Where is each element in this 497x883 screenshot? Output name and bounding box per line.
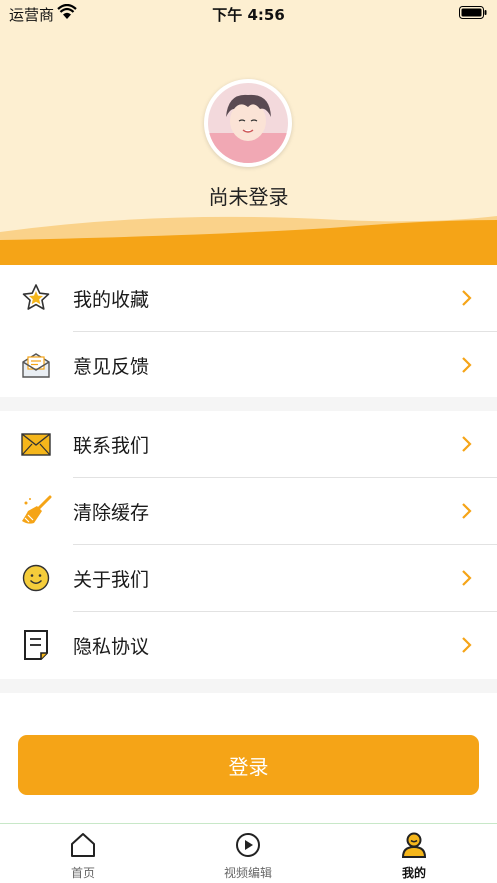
menu-item-label: 关于我们 [73, 569, 150, 591]
chevron-right-icon [462, 436, 472, 452]
tab-label: 视频编辑 [223, 866, 272, 880]
broom-icon [22, 495, 52, 524]
tab-mine[interactable]: 我的 [354, 832, 474, 881]
menu-group-2: 联系我们 清除缓存 关于我们 隐私协议 [0, 411, 497, 679]
tab-home[interactable]: 首页 [23, 832, 143, 881]
user-icon [401, 832, 427, 858]
header-wave [0, 216, 497, 265]
profile-header: 尚未登录 [0, 0, 497, 265]
avatar[interactable] [204, 79, 292, 167]
menu-item-feedback[interactable]: 意见反馈 [0, 332, 497, 399]
menu-item-about[interactable]: 关于我们 [0, 545, 497, 612]
tab-label: 我的 [401, 866, 426, 880]
menu-item-label: 意见反馈 [73, 356, 150, 378]
tab-bar: 首页 视频编辑 我的 [0, 823, 497, 883]
smiley-icon [22, 564, 50, 592]
menu-item-label: 隐私协议 [73, 636, 150, 658]
menu-item-label: 联系我们 [73, 435, 150, 457]
menu-item-favorites[interactable]: 我的收藏 [0, 265, 497, 332]
battery-icon [459, 6, 487, 19]
login-button[interactable]: 登录 [18, 735, 479, 795]
chevron-right-icon [462, 570, 472, 586]
star-icon [22, 284, 50, 310]
tab-video-edit[interactable]: 视频编辑 [188, 832, 308, 881]
play-circle-icon [236, 833, 260, 857]
chevron-right-icon [462, 357, 472, 373]
chevron-right-icon [462, 290, 472, 306]
username-label[interactable]: 尚未登录 [0, 181, 497, 210]
status-bar: 运营商 下午 4:56 [0, 0, 497, 26]
menu-item-label: 我的收藏 [73, 289, 150, 311]
menu-item-clear-cache[interactable]: 清除缓存 [0, 478, 497, 545]
menu-group-1: 我的收藏 意见反馈 [0, 265, 497, 397]
status-time: 下午 4:56 [212, 6, 285, 24]
login-area: 登录 [0, 693, 497, 824]
chevron-right-icon [462, 637, 472, 653]
tab-label: 首页 [70, 866, 95, 880]
avatar-image [208, 83, 288, 163]
envelope-icon [21, 433, 51, 456]
menu-item-label: 清除缓存 [73, 502, 150, 524]
menu-item-privacy[interactable]: 隐私协议 [0, 612, 497, 679]
mail-open-icon [22, 353, 50, 378]
chevron-right-icon [462, 503, 472, 519]
home-icon [71, 833, 95, 857]
document-icon [24, 630, 48, 660]
menu-item-contact[interactable]: 联系我们 [0, 411, 497, 478]
